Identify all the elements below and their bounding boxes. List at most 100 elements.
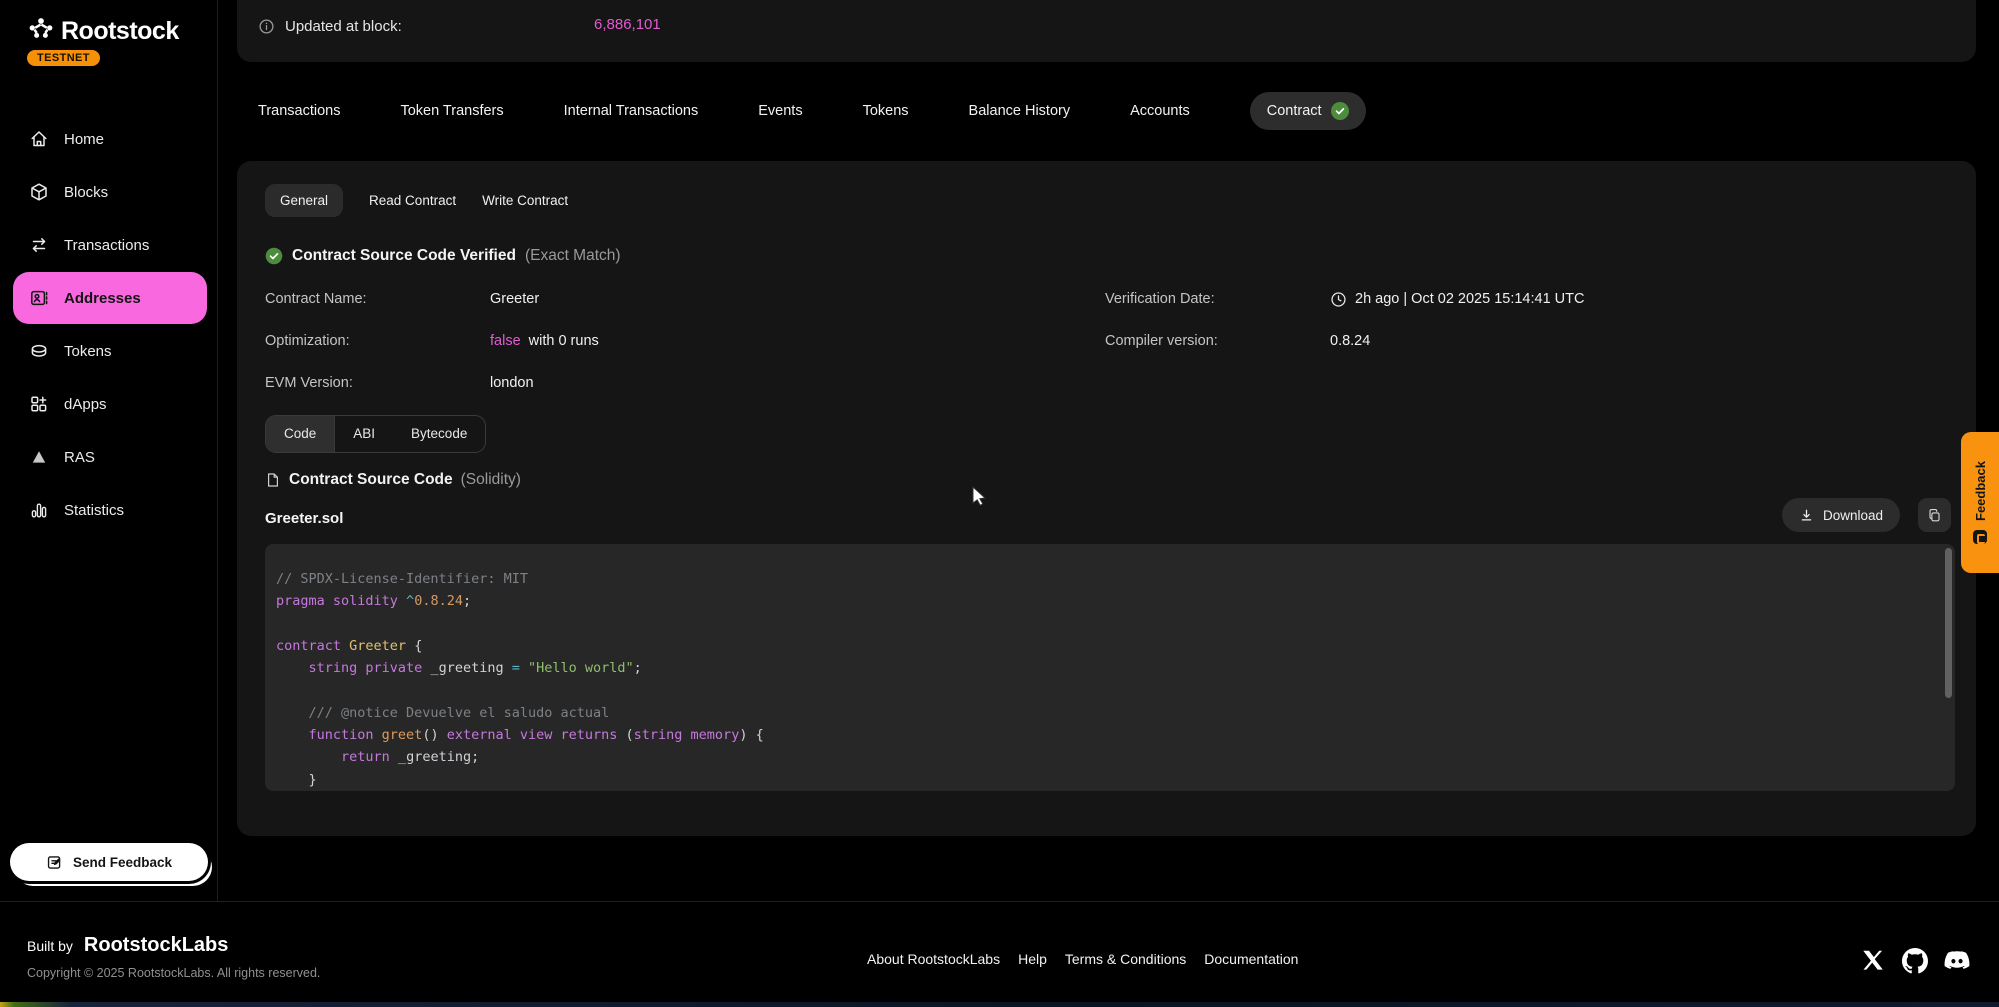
sidebar-item-tokens[interactable]: Tokens bbox=[13, 325, 207, 377]
info-icon bbox=[258, 18, 275, 35]
x-icon[interactable] bbox=[1860, 948, 1886, 974]
sidebar-item-statistics[interactable]: Statistics bbox=[13, 484, 207, 536]
sidebar-item-dapps[interactable]: dApps bbox=[13, 378, 207, 430]
blocks-icon bbox=[29, 182, 49, 202]
detail-row: Compiler version:0.8.24 bbox=[1105, 320, 1584, 362]
verified-title: Contract Source Code Verified bbox=[292, 247, 516, 265]
detail-row: Verification Date:2h ago | Oct 02 2025 1… bbox=[1105, 278, 1584, 320]
footer: Built by RootstockLabs Copyright © 2025 … bbox=[0, 901, 1999, 1002]
feedback-logo-icon bbox=[1973, 530, 1987, 544]
tab-bar: Transactions Token Transfers Internal Tran… bbox=[258, 88, 1366, 134]
footer-link-terms-conditions[interactable]: Terms & Conditions bbox=[1065, 951, 1186, 967]
tab-contract[interactable]: Contract bbox=[1250, 92, 1366, 130]
feedback-tab-label: Feedback bbox=[1973, 461, 1988, 521]
field-label: Optimization: bbox=[265, 333, 490, 349]
sidebar-item-addresses[interactable]: Addresses bbox=[13, 272, 207, 324]
field-value: london bbox=[490, 375, 534, 391]
tab-label: Tokens bbox=[863, 103, 909, 119]
verified-note: (Exact Match) bbox=[525, 247, 621, 265]
sidebar-item-label: Addresses bbox=[64, 290, 141, 307]
sidebar-item-label: Transactions bbox=[64, 237, 149, 254]
download-label: Download bbox=[1823, 508, 1883, 523]
source-code-viewer: // SPDX-License-Identifier: MITpragma so… bbox=[265, 544, 1955, 791]
subtab-read-contract[interactable]: Read Contract bbox=[369, 184, 456, 217]
segment-abi[interactable]: ABI bbox=[335, 416, 393, 452]
addresses-icon bbox=[29, 288, 49, 308]
tab-balance-history[interactable]: Balance History bbox=[969, 103, 1071, 119]
tab-label: Contract bbox=[1267, 103, 1322, 119]
code-line: function greet() external view returns (… bbox=[276, 724, 1925, 746]
copyright-text: Copyright © 2025 RootstockLabs. All righ… bbox=[27, 966, 320, 980]
code-content: // SPDX-License-Identifier: MITpragma so… bbox=[265, 544, 1955, 791]
detail-row: Optimization:false with 0 runs bbox=[265, 320, 599, 362]
field-value: 0.8.24 bbox=[1330, 333, 1370, 349]
sidebar-item-blocks[interactable]: Blocks bbox=[13, 166, 207, 218]
feedback-side-tab[interactable]: Feedback bbox=[1961, 432, 1999, 573]
code-line: contract Greeter { bbox=[276, 635, 1925, 657]
copy-code-button[interactable] bbox=[1918, 498, 1951, 532]
discord-icon[interactable] bbox=[1944, 948, 1970, 974]
detail-row: Contract Name:Greeter bbox=[265, 278, 599, 320]
tab-tokens[interactable]: Tokens bbox=[863, 103, 909, 119]
code-line: // SPDX-License-Identifier: MIT bbox=[276, 568, 1925, 590]
sidebar-item-label: Tokens bbox=[64, 343, 112, 360]
status-card: Updated at block: 6,886,101 bbox=[237, 0, 1976, 62]
tab-internal-transactions[interactable]: Internal Transactions bbox=[564, 103, 699, 119]
detail-row: EVM Version:london bbox=[265, 362, 599, 404]
social-links bbox=[1860, 948, 1970, 974]
tab-label: Transactions bbox=[258, 103, 340, 119]
subtab-write-contract[interactable]: Write Contract bbox=[482, 184, 568, 217]
subtab-general[interactable]: General bbox=[265, 184, 343, 217]
file-icon bbox=[265, 472, 281, 488]
testnet-badge: TESTNET bbox=[27, 50, 100, 66]
code-line bbox=[276, 613, 1925, 635]
code-scrollbar-thumb[interactable] bbox=[1945, 548, 1952, 698]
statistics-icon bbox=[29, 500, 49, 520]
field-label: EVM Version: bbox=[265, 375, 490, 391]
tab-transactions[interactable]: Transactions bbox=[258, 103, 340, 119]
download-icon bbox=[1799, 508, 1814, 523]
rootstocklabs-link[interactable]: RootstockLabs bbox=[84, 934, 228, 957]
bottom-gradient-strip bbox=[0, 1002, 1999, 1007]
field-label: Verification Date: bbox=[1105, 291, 1330, 307]
sidebar-item-transactions[interactable]: Transactions bbox=[13, 219, 207, 271]
field-value: 2h ago | Oct 02 2025 15:14:41 UTC bbox=[1330, 291, 1584, 308]
ras-icon bbox=[29, 447, 49, 467]
send-feedback-button[interactable]: Send Feedback bbox=[10, 843, 208, 881]
built-by-label: Built by bbox=[27, 938, 73, 954]
tab-events[interactable]: Events bbox=[758, 103, 802, 119]
tab-accounts[interactable]: Accounts bbox=[1130, 103, 1190, 119]
sidebar-item-label: Statistics bbox=[64, 502, 124, 519]
footer-link-help[interactable]: Help bbox=[1018, 951, 1047, 967]
segment-code[interactable]: Code bbox=[266, 416, 335, 452]
tab-label: Events bbox=[758, 103, 802, 119]
field-value: Greeter bbox=[490, 291, 539, 307]
page: Rootstock TESTNET Home Blocks Transactions… bbox=[0, 0, 1999, 1007]
sidebar-item-ras[interactable]: RAS bbox=[13, 431, 207, 483]
footer-link-documentation[interactable]: Documentation bbox=[1204, 951, 1298, 967]
details-left: Contract Name:GreeterOptimization:false … bbox=[265, 278, 599, 404]
segment-bytecode[interactable]: Bytecode bbox=[393, 416, 485, 452]
contract-subtabs: General Read Contract Write Contract bbox=[265, 184, 568, 217]
source-heading: Contract Source Code (Solidity) bbox=[265, 471, 521, 489]
download-button[interactable]: Download bbox=[1782, 498, 1900, 532]
sidebar-item-label: RAS bbox=[64, 449, 95, 466]
sidebar-item-label: dApps bbox=[64, 396, 107, 413]
tab-token-transfers[interactable]: Token Transfers bbox=[400, 103, 503, 119]
source-note: (Solidity) bbox=[461, 471, 521, 489]
code-line: return _greeting; bbox=[276, 746, 1925, 768]
block-number-link[interactable]: 6,886,101 bbox=[594, 16, 661, 33]
code-line bbox=[276, 679, 1925, 701]
sidebar-item-home[interactable]: Home bbox=[13, 113, 207, 165]
sidebar-nav: Home Blocks Transactions Addresses Tokens dAp… bbox=[0, 112, 218, 537]
brand-logo[interactable]: Rootstock bbox=[26, 16, 179, 46]
dapps-icon bbox=[29, 394, 49, 414]
field-value: false with 0 runs bbox=[490, 333, 599, 349]
mouse-cursor bbox=[971, 486, 989, 506]
clock-icon bbox=[1330, 291, 1347, 308]
details-right: Verification Date:2h ago | Oct 02 2025 1… bbox=[1105, 278, 1584, 362]
sidebar-item-label: Home bbox=[64, 131, 104, 148]
footer-link-about-rootstocklabs[interactable]: About RootstockLabs bbox=[867, 951, 1000, 967]
source-file-name: Greeter.sol bbox=[265, 510, 343, 527]
github-icon[interactable] bbox=[1902, 948, 1928, 974]
